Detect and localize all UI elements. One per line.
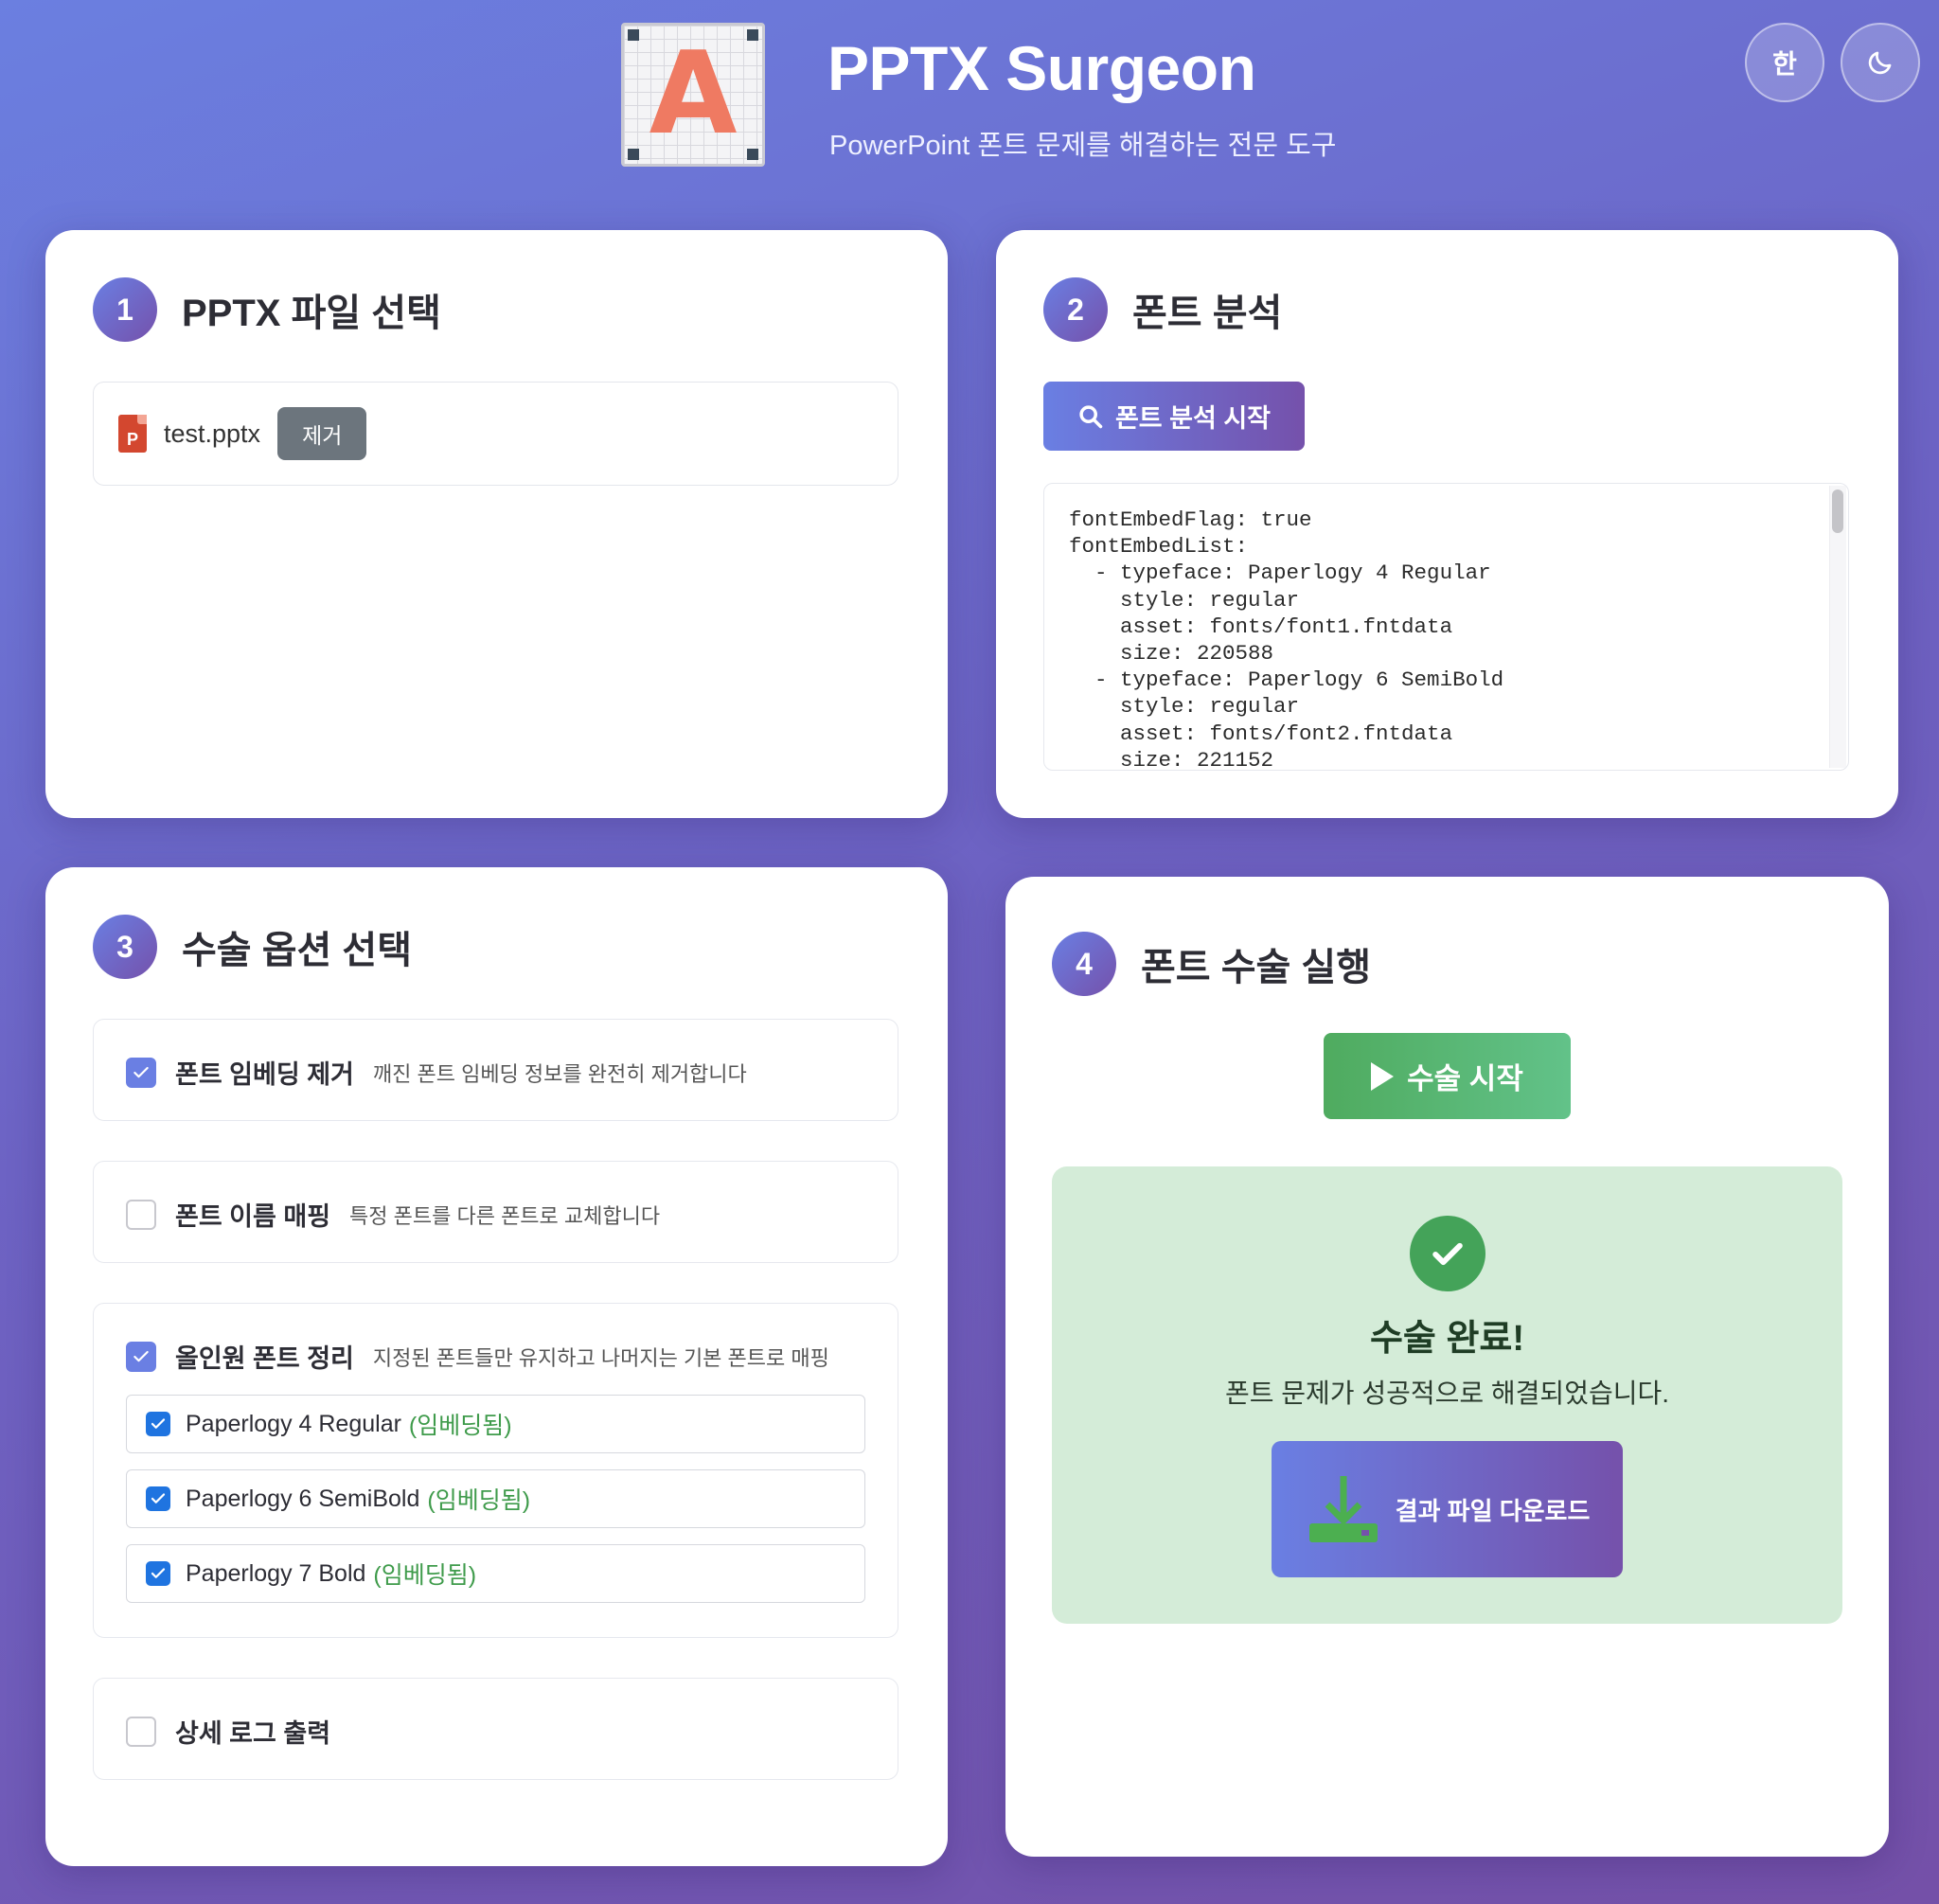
app-logo: A bbox=[621, 23, 765, 167]
app-title: PPTX Surgeon bbox=[827, 33, 1256, 103]
font-list-item[interactable]: Paperlogy 4 Regular (임베딩됨) bbox=[126, 1395, 865, 1453]
step-number: 1 bbox=[93, 277, 157, 342]
font-checkbox[interactable] bbox=[146, 1561, 170, 1586]
start-analysis-label: 폰트 분석 시작 bbox=[1114, 404, 1272, 433]
option-verbose-log[interactable]: 상세 로그 출력 bbox=[93, 1678, 898, 1780]
language-toggle-button[interactable]: 한 bbox=[1745, 23, 1824, 102]
result-panel: 수술 완료! 폰트 문제가 성공적으로 해결되었습니다. 결과 파일 다운로드 bbox=[1052, 1166, 1842, 1624]
start-surgery-button[interactable]: 수술 시작 bbox=[1324, 1033, 1571, 1119]
search-icon bbox=[1079, 404, 1103, 428]
option-remove-embedding[interactable]: 폰트 임베딩 제거 깨진 폰트 임베딩 정보를 완전히 제거합니다 bbox=[93, 1019, 898, 1121]
option-description: 지정된 폰트들만 유지하고 나머지는 기본 폰트로 매핑 bbox=[372, 1345, 829, 1370]
start-analysis-button[interactable]: 폰트 분석 시작 bbox=[1043, 382, 1305, 451]
check-icon bbox=[133, 1066, 149, 1077]
logo-letter: A bbox=[649, 28, 738, 160]
analysis-output[interactable]: fontEmbedFlag: true fontEmbedList: - typ… bbox=[1043, 483, 1849, 771]
success-message: 폰트 문제가 성공적으로 해결되었습니다. bbox=[1224, 1379, 1670, 1408]
font-name-mapping-checkbox[interactable] bbox=[126, 1199, 156, 1230]
option-label: 폰트 임베딩 제거 bbox=[175, 1060, 354, 1089]
card-title: 수술 옵션 선택 bbox=[182, 930, 413, 971]
remove-embedding-checkbox[interactable] bbox=[126, 1057, 156, 1088]
check-icon bbox=[151, 1418, 166, 1429]
file-select-card: 1 PPTX 파일 선택 P test.pptx 제거 bbox=[45, 230, 948, 818]
card-title: PPTX 파일 선택 bbox=[182, 293, 441, 334]
analysis-log-text: fontEmbedFlag: true fontEmbedList: - typ… bbox=[1069, 507, 1504, 771]
verbose-log-checkbox[interactable] bbox=[126, 1716, 156, 1747]
surgery-options-card: 3 수술 옵션 선택 폰트 임베딩 제거 깨진 폰트 임베딩 정보를 완전히 제… bbox=[45, 867, 948, 1866]
embedded-tag: (임베딩됨) bbox=[373, 1562, 477, 1589]
font-checkbox[interactable] bbox=[146, 1486, 170, 1511]
download-result-button[interactable]: 결과 파일 다운로드 bbox=[1272, 1441, 1623, 1577]
option-label: 올인원 폰트 정리 bbox=[175, 1344, 354, 1373]
font-list-item[interactable]: Paperlogy 6 SemiBold (임베딩됨) bbox=[126, 1469, 865, 1528]
pptx-file-icon: P bbox=[118, 415, 147, 453]
app-subtitle: PowerPoint 폰트 문제를 해결하는 전문 도구 bbox=[829, 131, 1337, 161]
file-name: test.pptx bbox=[164, 418, 261, 448]
check-icon bbox=[151, 1493, 166, 1504]
option-label: 폰트 이름 매핑 bbox=[175, 1202, 331, 1231]
start-surgery-label: 수술 시작 bbox=[1407, 1062, 1523, 1095]
remove-file-button[interactable]: 제거 bbox=[277, 407, 367, 460]
font-list-item[interactable]: Paperlogy 7 Bold (임베딩됨) bbox=[126, 1544, 865, 1603]
download-label: 결과 파일 다운로드 bbox=[1395, 1496, 1591, 1525]
card-title: 폰트 분석 bbox=[1132, 293, 1283, 334]
download-icon bbox=[1308, 1476, 1378, 1542]
selected-file: P test.pptx 제거 bbox=[93, 382, 898, 486]
check-icon bbox=[133, 1350, 149, 1361]
success-check-icon bbox=[1410, 1216, 1485, 1291]
success-title: 수술 완료! bbox=[1369, 1319, 1525, 1359]
option-font-name-mapping[interactable]: 폰트 이름 매핑 특정 폰트를 다른 폰트로 교체합니다 bbox=[93, 1161, 898, 1263]
font-name: Paperlogy 4 Regular bbox=[186, 1410, 401, 1437]
step-number: 4 bbox=[1052, 932, 1116, 996]
theme-toggle-button[interactable] bbox=[1841, 23, 1920, 102]
surgery-run-card: 4 폰트 수술 실행 수술 시작 수술 완료! 폰트 문제가 성공적으로 해결되… bbox=[1005, 877, 1889, 1857]
embedded-tag: (임베딩됨) bbox=[427, 1487, 531, 1514]
play-icon bbox=[1371, 1061, 1395, 1091]
font-name: Paperlogy 7 Bold bbox=[186, 1559, 366, 1587]
option-description: 특정 폰트를 다른 폰트로 교체합니다 bbox=[349, 1203, 661, 1228]
font-checkbox[interactable] bbox=[146, 1412, 170, 1436]
check-icon bbox=[151, 1568, 166, 1578]
font-analysis-card: 2 폰트 분석 폰트 분석 시작 fontEmbedFlag: true fon… bbox=[996, 230, 1898, 818]
embedded-tag: (임베딩됨) bbox=[408, 1413, 512, 1439]
option-description: 깨진 폰트 임베딩 정보를 완전히 제거합니다 bbox=[372, 1061, 747, 1086]
option-label: 상세 로그 출력 bbox=[175, 1719, 331, 1748]
option-all-in-one-cleanup[interactable]: 올인원 폰트 정리 지정된 폰트들만 유지하고 나머지는 기본 폰트로 매핑 P… bbox=[93, 1303, 898, 1638]
step-number: 2 bbox=[1043, 277, 1108, 342]
font-name: Paperlogy 6 SemiBold bbox=[186, 1485, 420, 1512]
moon-icon bbox=[1868, 51, 1892, 75]
scrollbar-thumb[interactable] bbox=[1832, 489, 1843, 533]
all-in-one-cleanup-checkbox[interactable] bbox=[126, 1341, 156, 1372]
card-title: 폰트 수술 실행 bbox=[1141, 947, 1372, 988]
step-number: 3 bbox=[93, 915, 157, 979]
